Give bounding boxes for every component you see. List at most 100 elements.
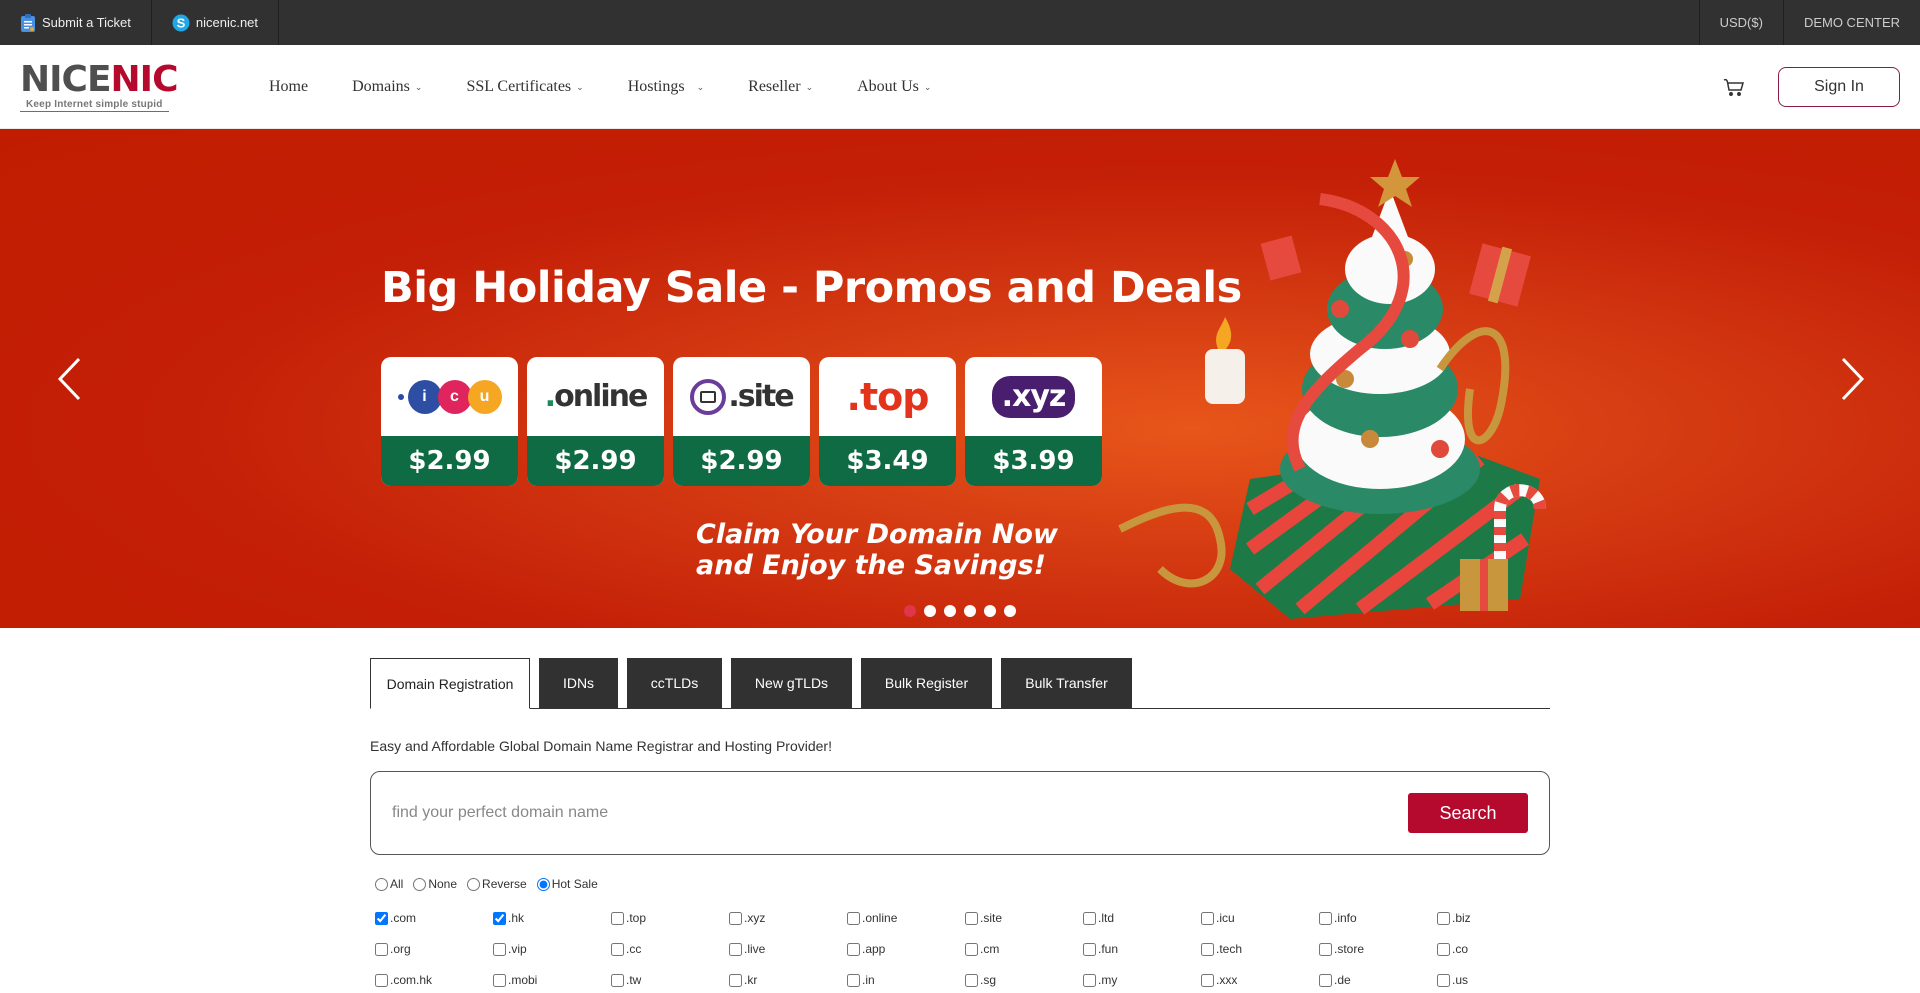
- tld-checkbox[interactable]: [1437, 942, 1450, 956]
- tld-option[interactable]: .tw: [611, 972, 729, 988]
- tld-option[interactable]: .sg: [965, 972, 1083, 988]
- carousel-dot-4[interactable]: [964, 605, 976, 617]
- tld-option[interactable]: .fun: [1083, 941, 1201, 957]
- tld-checkbox[interactable]: [965, 942, 978, 956]
- nav-domains[interactable]: Domains ⌄: [352, 78, 422, 96]
- tld-checkbox[interactable]: [729, 942, 742, 956]
- tld-checkbox[interactable]: [965, 911, 978, 925]
- tld-checkbox[interactable]: [1437, 973, 1450, 987]
- tld-checkbox[interactable]: [375, 911, 388, 925]
- cart-icon[interactable]: [1722, 75, 1746, 99]
- radio-hot-sale-input[interactable]: [536, 877, 550, 891]
- tab-bulk-transfer[interactable]: Bulk Transfer: [1001, 658, 1132, 708]
- tld-checkbox[interactable]: [611, 911, 624, 925]
- tld-checkbox[interactable]: [1201, 973, 1214, 987]
- tab-new-gtlds[interactable]: New gTLDs: [731, 658, 852, 708]
- nav-home[interactable]: Home: [269, 78, 308, 96]
- tld-option[interactable]: .online: [847, 910, 965, 926]
- tld-checkbox[interactable]: [1083, 911, 1096, 925]
- nav-ssl-certificates[interactable]: SSL Certificates ⌄: [466, 78, 583, 96]
- carousel-dot-1[interactable]: [904, 605, 916, 617]
- tld-checkbox[interactable]: [1319, 911, 1332, 925]
- tld-checkbox[interactable]: [847, 942, 860, 956]
- tld-option[interactable]: .top: [611, 910, 729, 926]
- tld-option[interactable]: .com.hk: [375, 972, 493, 988]
- currency-selector[interactable]: USD($): [1698, 0, 1783, 45]
- tld-checkbox[interactable]: [493, 973, 506, 987]
- nav-about-us[interactable]: About Us ⌄: [857, 78, 931, 96]
- radio-none-input[interactable]: [413, 877, 427, 891]
- carousel-prev-button[interactable]: [45, 349, 95, 409]
- tld-checkbox[interactable]: [493, 911, 506, 925]
- tld-card-icu[interactable]: icu $2.99: [381, 357, 518, 486]
- tld-checkbox[interactable]: [1319, 973, 1332, 987]
- tld-option[interactable]: .tech: [1201, 941, 1319, 957]
- tld-checkbox[interactable]: [729, 973, 742, 987]
- tld-option[interactable]: .cm: [965, 941, 1083, 957]
- tld-option[interactable]: .hk: [493, 910, 611, 926]
- tld-option[interactable]: .icu: [1201, 910, 1319, 926]
- tld-checkbox[interactable]: [1083, 973, 1096, 987]
- tld-checkbox[interactable]: [375, 942, 388, 956]
- tld-checkbox[interactable]: [847, 911, 860, 925]
- radio-none[interactable]: None: [413, 877, 457, 891]
- tld-option[interactable]: .info: [1319, 910, 1437, 926]
- tld-option[interactable]: .in: [847, 972, 965, 988]
- carousel-dot-6[interactable]: [1004, 605, 1016, 617]
- tld-option[interactable]: .store: [1319, 941, 1437, 957]
- tld-card-online[interactable]: .online $2.99: [527, 357, 664, 486]
- domain-search-input[interactable]: [392, 804, 1292, 822]
- tld-card-xyz[interactable]: .xyz $3.99: [965, 357, 1102, 486]
- nav-reseller[interactable]: Reseller ⌄: [748, 78, 813, 96]
- radio-all[interactable]: All: [375, 877, 403, 891]
- tld-option[interactable]: .vip: [493, 941, 611, 957]
- tld-card-site[interactable]: .site $2.99: [673, 357, 810, 486]
- tab-cctlds[interactable]: ccTLDs: [627, 658, 722, 708]
- carousel-dot-2[interactable]: [924, 605, 936, 617]
- skype-link[interactable]: S nicenic.net: [152, 0, 280, 45]
- tld-option[interactable]: .cc: [611, 941, 729, 957]
- site-logo[interactable]: NICENIC Keep Internet simple stupid: [20, 61, 180, 112]
- tld-checkbox[interactable]: [729, 911, 742, 925]
- tld-option[interactable]: .us: [1437, 972, 1555, 988]
- tld-option[interactable]: .ltd: [1083, 910, 1201, 926]
- tld-option[interactable]: .app: [847, 941, 965, 957]
- tld-option[interactable]: .xyz: [729, 910, 847, 926]
- tld-option[interactable]: .xxx: [1201, 972, 1319, 988]
- tld-option[interactable]: .mobi: [493, 972, 611, 988]
- tld-checkbox[interactable]: [1083, 942, 1096, 956]
- sign-in-button[interactable]: Sign In: [1778, 67, 1900, 107]
- radio-reverse[interactable]: Reverse: [467, 877, 527, 891]
- demo-center-link[interactable]: DEMO CENTER: [1782, 0, 1920, 45]
- carousel-next-button[interactable]: [1827, 349, 1877, 409]
- carousel-dot-3[interactable]: [944, 605, 956, 617]
- tld-option[interactable]: .site: [965, 910, 1083, 926]
- carousel-dot-5[interactable]: [984, 605, 996, 617]
- nav-hostings[interactable]: Hostings ⌄: [628, 78, 704, 96]
- radio-hot-sale[interactable]: Hot Sale: [536, 877, 598, 891]
- tld-option[interactable]: .kr: [729, 972, 847, 988]
- tab-bulk-register[interactable]: Bulk Register: [861, 658, 992, 708]
- tld-checkbox[interactable]: [1201, 911, 1214, 925]
- tld-checkbox[interactable]: [1201, 942, 1214, 956]
- tld-option[interactable]: .my: [1083, 972, 1201, 988]
- tld-card-top[interactable]: .top $3.49: [819, 357, 956, 486]
- tab-idns[interactable]: IDNs: [539, 658, 618, 708]
- submit-ticket-link[interactable]: Submit a Ticket: [0, 0, 152, 45]
- tld-option[interactable]: .live: [729, 941, 847, 957]
- tld-checkbox[interactable]: [965, 973, 978, 987]
- tld-checkbox[interactable]: [847, 973, 860, 987]
- tld-checkbox[interactable]: [493, 942, 506, 956]
- radio-reverse-input[interactable]: [467, 877, 481, 891]
- tld-checkbox[interactable]: [375, 973, 388, 987]
- tld-option[interactable]: .com: [375, 910, 493, 926]
- tld-checkbox[interactable]: [1437, 911, 1450, 925]
- tld-checkbox[interactable]: [1319, 942, 1332, 956]
- radio-all-input[interactable]: [375, 877, 388, 891]
- tld-option[interactable]: .de: [1319, 972, 1437, 988]
- tld-option[interactable]: .org: [375, 941, 493, 957]
- tab-domain-registration[interactable]: Domain Registration: [370, 658, 530, 709]
- tld-option[interactable]: .co: [1437, 941, 1555, 957]
- search-button[interactable]: Search: [1408, 793, 1528, 833]
- tld-checkbox[interactable]: [611, 973, 624, 987]
